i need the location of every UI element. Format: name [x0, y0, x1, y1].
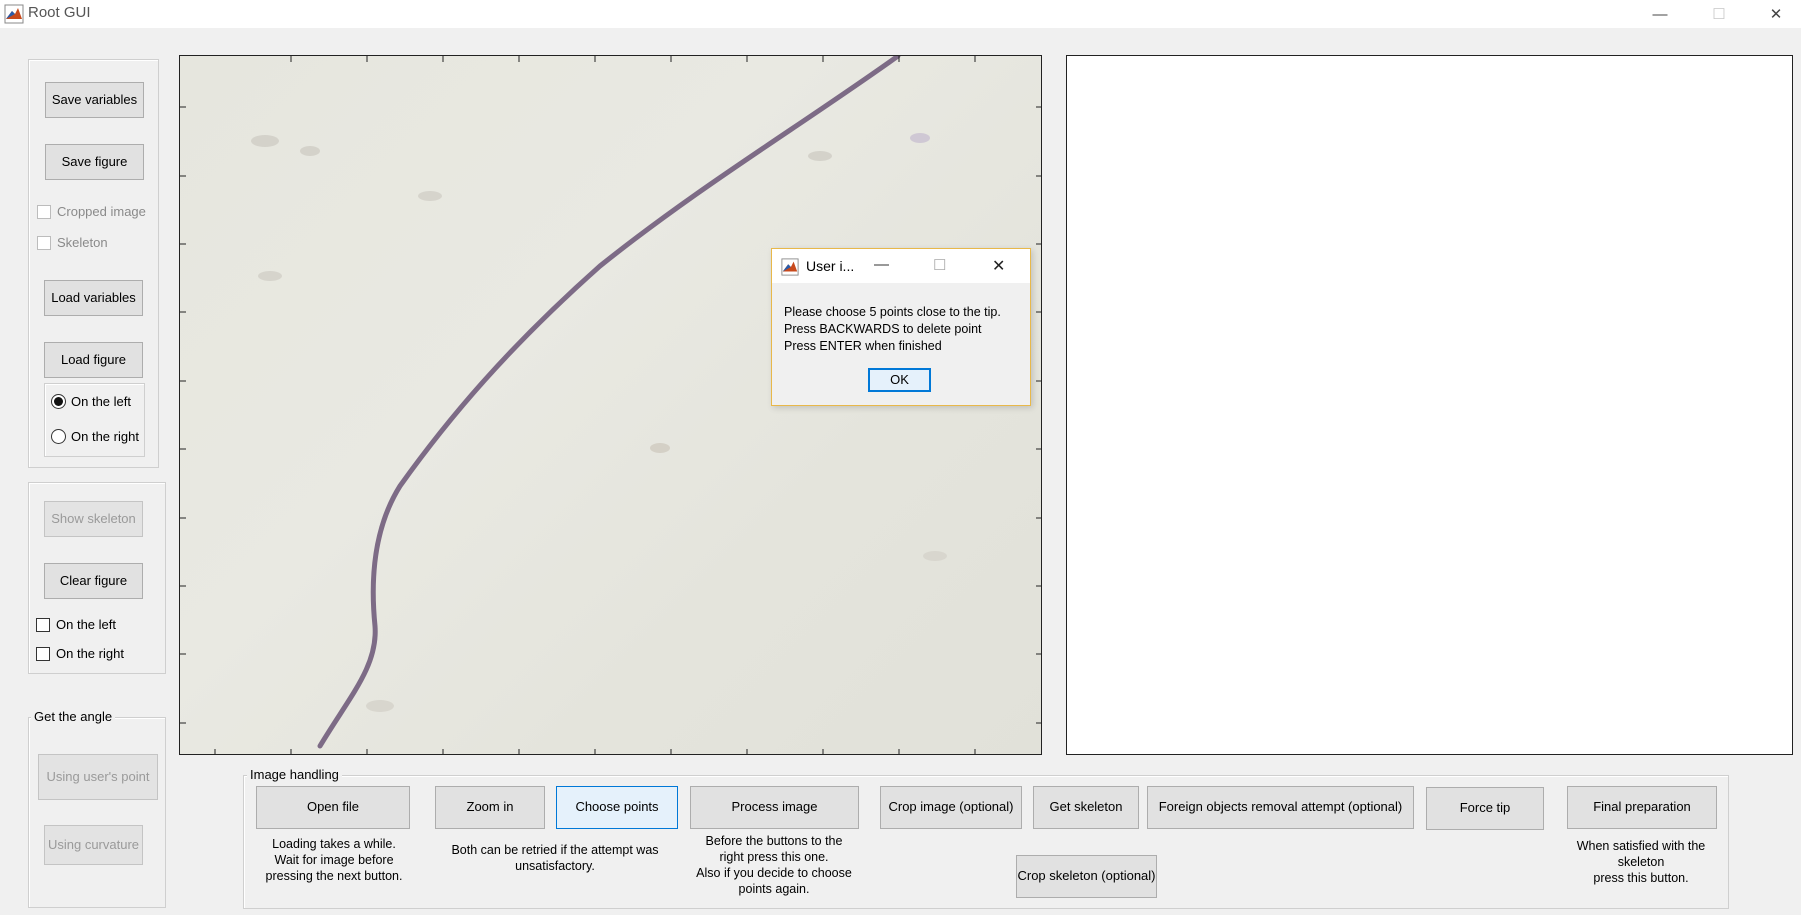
matlab-icon: [4, 4, 24, 24]
dialog-title: User i...: [806, 258, 855, 274]
foreign-objects-removal-button[interactable]: Foreign objects removal attempt (optiona…: [1147, 786, 1414, 829]
result-axes[interactable]: [1066, 55, 1793, 755]
note-line: pressing the next button.: [265, 869, 403, 883]
radio-on-the-right[interactable]: On the right: [51, 429, 139, 444]
checkbox-box: [36, 617, 50, 632]
crop-skeleton-button[interactable]: Crop skeleton (optional): [1016, 855, 1157, 898]
radio-unselected-icon: [51, 429, 66, 444]
minimize-icon: —: [1652, 5, 1668, 23]
maximize-button[interactable]: ☐: [1696, 0, 1742, 28]
note-line: points again.: [738, 882, 810, 896]
ok-button[interactable]: OK: [868, 368, 931, 392]
show-skeleton-button[interactable]: Show skeleton: [44, 501, 143, 537]
note-line: Wait for image before: [274, 853, 394, 867]
using-users-point-button[interactable]: Using user's point: [38, 754, 158, 800]
cropped-image-label: Cropped image: [57, 204, 146, 219]
process-image-button[interactable]: Process image: [690, 786, 859, 829]
note-line: skeleton: [1617, 855, 1665, 869]
dialog-title-bar: User i... — ☐ ✕: [772, 249, 1030, 283]
skeleton-label: Skeleton: [57, 235, 108, 250]
zoom-choose-note: Both can be retried if the attempt was u…: [435, 842, 675, 874]
checkbox-box: [37, 235, 51, 250]
note-line: right press this one.: [719, 850, 829, 864]
final-preparation-note: When satisfied with the skeleton press t…: [1555, 838, 1727, 886]
checkbox-box: [36, 646, 50, 661]
title-bar: Root GUI — ☐ ✕: [0, 0, 1801, 28]
note-line: Also if you decide to choose: [696, 866, 852, 880]
force-tip-button[interactable]: Force tip: [1426, 787, 1544, 830]
note-line: Before the buttons to the: [705, 834, 843, 848]
dialog-minimize-button[interactable]: —: [874, 256, 889, 273]
dialog-message-line: Press ENTER when finished: [784, 339, 942, 353]
load-figure-button[interactable]: Load figure: [44, 342, 143, 378]
skeleton-left-label: On the left: [56, 617, 116, 632]
dialog-message-line: Press BACKWARDS to delete point: [784, 322, 982, 336]
matlab-icon: [781, 258, 799, 276]
close-button[interactable]: ✕: [1753, 0, 1799, 28]
close-icon: ✕: [1769, 6, 1783, 23]
note-line: unsatisfactory.: [515, 859, 595, 873]
open-file-button[interactable]: Open file: [256, 786, 410, 829]
checkbox-box: [37, 204, 51, 219]
save-variables-button[interactable]: Save variables: [45, 82, 144, 118]
get-skeleton-button[interactable]: Get skeleton: [1033, 786, 1139, 829]
minimize-button[interactable]: —: [1637, 0, 1683, 28]
open-file-note: Loading takes a while. Wait for image be…: [248, 836, 420, 884]
choose-points-button[interactable]: Choose points: [556, 786, 678, 829]
note-line: press this button.: [1593, 871, 1689, 885]
skeleton-right-label: On the right: [56, 646, 124, 661]
angle-panel-legend: Get the angle: [31, 709, 116, 724]
skeleton-right-checkbox[interactable]: On the right: [36, 646, 124, 661]
clear-figure-button[interactable]: Clear figure: [44, 563, 143, 599]
note-line: Both can be retried if the attempt was: [451, 843, 659, 857]
note-line: When satisfied with the: [1576, 839, 1706, 853]
cropped-image-checkbox[interactable]: Cropped image: [37, 204, 146, 219]
user-input-dialog: User i... — ☐ ✕ Please choose 5 points c…: [771, 248, 1031, 406]
image-handling-legend: Image handling: [247, 767, 342, 782]
zoom-in-button[interactable]: Zoom in: [435, 786, 545, 829]
radio-right-label: On the right: [71, 429, 139, 444]
process-image-note: Before the buttons to the right press th…: [684, 833, 864, 897]
dialog-message-line: Please choose 5 points close to the tip.: [784, 305, 1001, 319]
dialog-maximize-button[interactable]: ☐: [933, 256, 946, 274]
radio-left-label: On the left: [71, 394, 131, 409]
window-title: Root GUI: [28, 4, 91, 21]
load-variables-button[interactable]: Load variables: [44, 280, 143, 316]
skeleton-checkbox[interactable]: Skeleton: [37, 235, 108, 250]
dialog-close-button[interactable]: ✕: [992, 256, 1005, 276]
note-line: Loading takes a while.: [272, 837, 396, 851]
radio-selected-icon: [51, 394, 66, 409]
final-preparation-button[interactable]: Final preparation: [1567, 786, 1717, 829]
maximize-icon: ☐: [1712, 6, 1726, 23]
radio-on-the-left[interactable]: On the left: [51, 394, 131, 409]
crop-image-button[interactable]: Crop image (optional): [880, 786, 1022, 829]
using-curvature-button[interactable]: Using curvature: [44, 825, 143, 865]
skeleton-left-checkbox[interactable]: On the left: [36, 617, 116, 632]
save-figure-button[interactable]: Save figure: [45, 144, 144, 180]
dialog-message: Please choose 5 points close to the tip.…: [784, 304, 1001, 355]
angle-panel: [28, 717, 166, 908]
